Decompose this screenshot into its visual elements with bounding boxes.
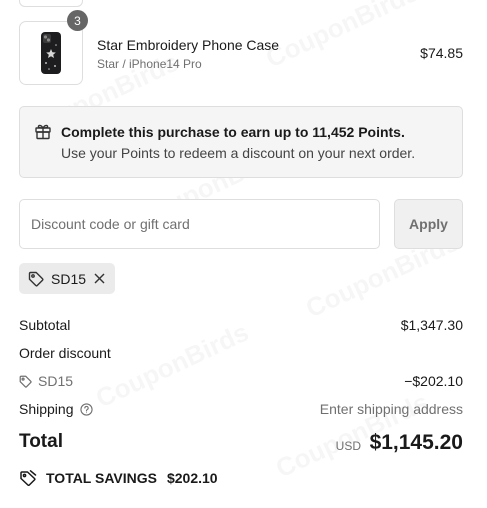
- points-subtitle: Use your Points to redeem a discount on …: [61, 145, 416, 161]
- product-thumbnail: [19, 21, 83, 85]
- shipping-row: Shipping Enter shipping address: [19, 399, 463, 419]
- total-value: $1,145.20: [369, 431, 463, 454]
- currency-code: USD: [335, 439, 361, 453]
- previous-item-thumbnail: [19, 0, 83, 7]
- discount-code-line: SD15: [19, 373, 73, 389]
- apply-button[interactable]: Apply: [394, 199, 463, 249]
- subtotal-label: Subtotal: [19, 317, 71, 333]
- subtotal-value: $1,347.30: [400, 317, 463, 333]
- total-savings: TOTAL SAVINGS $202.10: [19, 468, 218, 488]
- gift-icon: [35, 124, 51, 140]
- tag-icon: [19, 375, 32, 388]
- subtotal-row: Subtotal $1,347.30: [19, 315, 463, 335]
- shipping-line: Shipping: [19, 401, 93, 417]
- help-circle-icon[interactable]: [79, 402, 93, 416]
- order-discount-row: Order discount: [19, 343, 463, 363]
- tag-icon: [28, 271, 44, 286]
- remove-code-button[interactable]: [93, 273, 105, 285]
- discount-code-row: SD15 −$202.10: [19, 371, 463, 391]
- product-price: $74.85: [420, 45, 463, 61]
- points-title: Complete this purchase to earn up to 11,…: [61, 124, 405, 140]
- product-name: Star Embroidery Phone Case: [97, 37, 280, 53]
- shipping-value: Enter shipping address: [319, 401, 463, 417]
- applied-code-label: SD15: [51, 270, 87, 287]
- quantity-badge: 3: [67, 10, 88, 31]
- line-item: 3 Star Embroidery Phone Case Star / iPho…: [19, 10, 463, 85]
- total-label: Total: [19, 431, 63, 452]
- product-variant: Star / iPhone14 Pro: [97, 57, 202, 71]
- savings-tag-icon: [20, 470, 37, 486]
- total-row: Total USD $1,145.20: [19, 428, 463, 458]
- phone-case-image: [41, 32, 61, 74]
- close-icon: [94, 273, 105, 284]
- points-banner: Complete this purchase to earn up to 11,…: [19, 106, 463, 178]
- discount-code-name: SD15: [38, 373, 74, 389]
- discount-value: −$202.10: [404, 373, 463, 389]
- savings-value: $202.10: [166, 470, 218, 486]
- applied-code-tag: SD15: [19, 263, 116, 294]
- discount-code-input[interactable]: [19, 199, 380, 249]
- order-discount-label: Order discount: [19, 345, 111, 361]
- shipping-label: Shipping: [19, 401, 74, 417]
- savings-label: TOTAL SAVINGS: [46, 470, 157, 486]
